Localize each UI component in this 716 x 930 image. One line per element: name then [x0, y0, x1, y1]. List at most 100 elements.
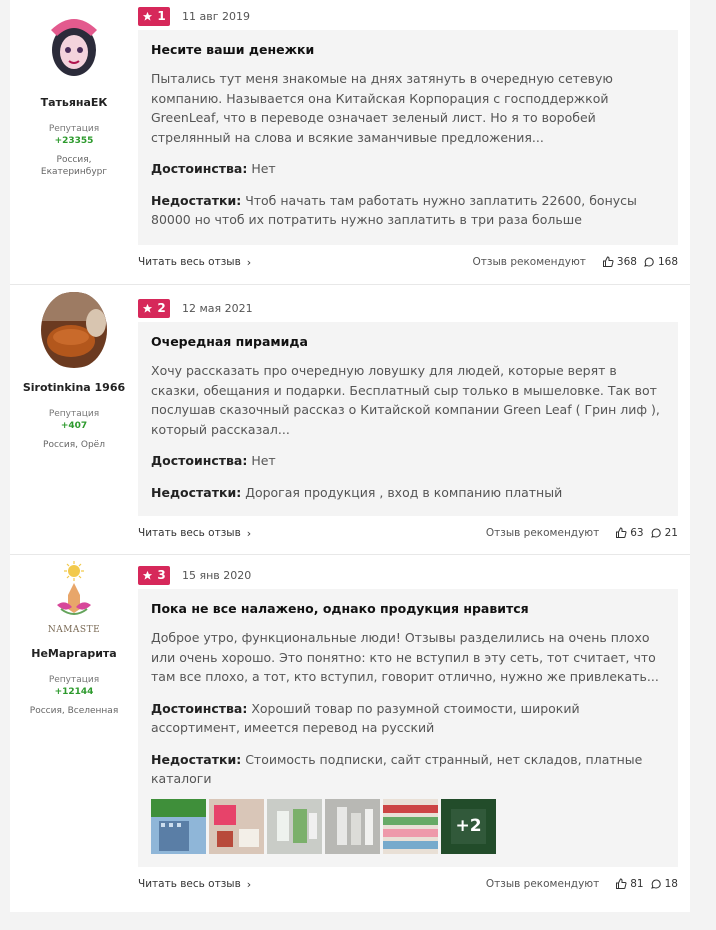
rating-value: 2 — [157, 301, 166, 315]
review-content: 3 15 янв 2020 Пока не все налажено, одна… — [138, 555, 690, 912]
review-date: 15 янв 2020 — [182, 568, 252, 582]
thumb-up-icon — [616, 878, 627, 889]
review-date: 11 авг 2019 — [182, 9, 250, 23]
photo-thumbnail[interactable] — [267, 798, 322, 854]
cons: Недостатки: Дорогая продукция , вход в к… — [151, 483, 665, 503]
review-text: Хочу рассказать про очередную ловушку дл… — [151, 363, 660, 437]
star-icon — [143, 570, 153, 580]
rating-badge: 1 — [138, 6, 170, 26]
thumb-up-icon — [602, 256, 614, 267]
photo-thumbnail[interactable] — [151, 798, 206, 854]
recommend-label: Отзыв рекомендуют — [485, 527, 600, 539]
pros-text: Нет — [251, 453, 276, 468]
review-footer: Читать весь отзыв › Отзыв рекомендуют 81 … — [138, 867, 678, 901]
review-footer: Читать весь отзыв › Отзыв рекомендуют 63 … — [138, 516, 678, 550]
cons-text: Дорогая продукция , вход в компанию плат… — [245, 484, 563, 500]
review-footer: Читать весь отзыв › Отзыв рекомендуют 368… — [138, 245, 678, 279]
cons-label: Недостатки: — [151, 484, 242, 500]
review-title[interactable]: Несите ваши денежки — [151, 42, 665, 57]
photo-thumbnail[interactable] — [325, 798, 380, 854]
cons-label: Недостатки: — [151, 192, 242, 208]
read-more-link[interactable]: Читать весь отзыв › — [138, 878, 251, 891]
rating-badge: 2 — [138, 298, 170, 318]
author-name[interactable]: Sirotinkina 1966 — [10, 381, 138, 394]
read-more-label: Читать весь отзыв — [138, 878, 241, 890]
cons: Недостатки: Чтоб начать там работать нуж… — [151, 191, 665, 230]
reputation-value: +407 — [60, 421, 88, 431]
recommend-label: Отзыв рекомендуют — [485, 878, 600, 890]
avatar[interactable] — [41, 6, 107, 84]
read-more-link[interactable]: Читать весь отзыв › — [138, 256, 251, 269]
avatar[interactable]: NAMASTE — [39, 561, 109, 635]
photo-thumbnail[interactable] — [383, 798, 438, 854]
comments-button[interactable]: 168 — [643, 256, 678, 268]
pros: Достоинства: Хороший товар по разумной с… — [151, 699, 665, 738]
comments-button[interactable]: 21 — [650, 527, 678, 539]
review-title[interactable]: Пока не все налажено, однако продукция н… — [151, 601, 665, 616]
pros-text: Нет — [251, 161, 276, 176]
pros: Достоинства: Нет — [151, 451, 665, 471]
cons-label: Недостатки: — [151, 751, 242, 767]
review-card: Sirotinkina 1966 Репутация +407 Россия, … — [10, 285, 690, 555]
review-content: 2 12 мая 2021 Очередная пирамида Хочу ра… — [138, 285, 690, 554]
review-date: 12 мая 2021 — [182, 301, 253, 315]
author-name[interactable]: НеМаргарита — [10, 647, 138, 660]
photo-thumbnail-more[interactable]: +2 — [441, 798, 496, 854]
author-block: ТатьянаЕК Репутация +23355 Россия, Екате… — [10, 0, 138, 284]
review-header: 3 15 янв 2020 — [138, 559, 678, 589]
review-card: ТатьянаЕК Репутация +23355 Россия, Екате… — [10, 0, 690, 285]
author-name[interactable]: ТатьянаЕК — [10, 96, 138, 109]
cons: Недостатки: Стоимость подписки, сайт стр… — [151, 750, 665, 789]
author-city: Россия, Екатеринбург — [40, 155, 108, 177]
rating-badge: 3 — [138, 565, 170, 585]
rating-value: 1 — [157, 9, 166, 23]
review-card: NAMASTE НеМаргарита Репутация +12144 Рос… — [10, 555, 690, 912]
star-icon — [143, 11, 153, 21]
author-block: Sirotinkina 1966 Репутация +407 Россия, … — [10, 285, 138, 554]
read-more-label: Читать весь отзыв — [138, 256, 241, 268]
star-icon — [143, 303, 153, 313]
likes-button[interactable]: 81 — [615, 878, 644, 890]
pros: Достоинства: Нет — [151, 159, 665, 179]
author-block: NAMASTE НеМаргарита Репутация +12144 Рос… — [10, 555, 138, 912]
likes-button[interactable]: 63 — [615, 527, 644, 539]
chevron-right-icon: › — [246, 877, 252, 891]
comments-count: 168 — [657, 256, 678, 268]
likes-count: 81 — [630, 878, 644, 890]
likes-count: 368 — [616, 256, 637, 268]
read-more-link[interactable]: Читать весь отзыв › — [138, 527, 251, 540]
review-header: 2 12 мая 2021 — [138, 292, 678, 322]
likes-count: 63 — [630, 527, 644, 539]
pros-label: Достоинства: — [151, 700, 248, 716]
namaste-logo — [57, 561, 91, 615]
comments-button[interactable]: 18 — [650, 878, 678, 890]
more-photos-count: +2 — [441, 798, 496, 854]
photo-thumbnail[interactable] — [209, 798, 264, 854]
read-more-label: Читать весь отзыв — [138, 527, 241, 539]
recommend-label: Отзыв рекомендуют — [472, 256, 586, 268]
review-body: Пока не все налажено, однако продукция н… — [138, 589, 678, 867]
review-body: Несите ваши денежки Пытались тут меня зн… — [138, 30, 678, 245]
review-content: 1 11 авг 2019 Несите ваши денежки Пытали… — [138, 0, 690, 284]
photo-gallery: +2 — [151, 798, 665, 854]
review-title[interactable]: Очередная пирамида — [151, 334, 665, 349]
reputation-label: Репутация — [48, 675, 100, 685]
review-body: Очередная пирамида Хочу рассказать про о… — [138, 322, 678, 516]
comment-icon — [650, 528, 661, 538]
reputation-label: Репутация — [48, 409, 100, 419]
comment-icon — [644, 257, 654, 267]
chevron-right-icon: › — [246, 526, 252, 540]
rating-value: 3 — [157, 568, 166, 582]
author-city: Россия, Вселенная — [29, 706, 119, 716]
comment-icon — [650, 879, 661, 889]
avatar-caption: NAMASTE — [47, 625, 101, 635]
likes-button[interactable]: 368 — [602, 256, 637, 268]
comments-count: 21 — [664, 527, 678, 539]
review-text: Доброе утро, функциональные люди! Отзывы… — [151, 630, 659, 684]
reputation-value: +23355 — [54, 136, 94, 146]
comments-count: 18 — [664, 878, 678, 890]
review-header: 1 11 авг 2019 — [138, 0, 678, 30]
pros-label: Достоинства: — [151, 161, 248, 176]
avatar[interactable] — [41, 291, 107, 369]
reputation-value: +12144 — [54, 687, 94, 697]
